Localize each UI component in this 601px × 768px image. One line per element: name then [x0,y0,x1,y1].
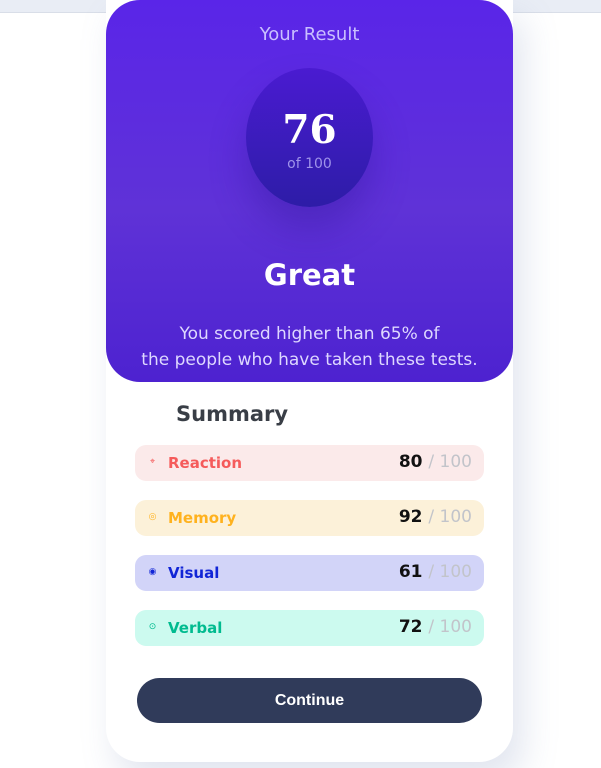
message-line-2: the people who have taken these tests. [141,350,478,370]
continue-button[interactable]: Continue [137,678,482,723]
summary-row-verbal: ⊙ Verbal 72 / 100 [135,610,484,646]
summary-score-max: / 100 [428,562,472,582]
summary-title: Summary [176,402,289,426]
summary-row-reaction: ⌖ Reaction 80 / 100 [135,445,484,481]
summary-row-score: 61 / 100 [399,562,472,582]
summary-row-score: 92 / 100 [399,507,472,527]
score-value: 76 [282,107,337,153]
brain-icon: ◎ [148,512,157,522]
message-line-1: You scored higher than 65% of [179,324,440,344]
summary-row-memory: ◎ Memory 92 / 100 [135,500,484,536]
summary-score-value: 80 [398,452,423,472]
score-circle: 76 of 100 [246,68,373,207]
rating-label: Great [263,258,356,292]
result-title: Your Result [259,24,360,45]
summary-row-score: 80 / 100 [399,452,472,472]
summary-score-value: 92 [398,507,423,527]
summary-score-value: 61 [398,562,423,582]
chat-icon: ⊙ [148,622,157,632]
summary-row-label: Memory [168,509,237,527]
eye-icon: ◉ [148,567,157,577]
summary-row-label: Visual [168,564,220,582]
result-panel: Your Result 76 of 100 Great You scored h… [106,0,513,382]
summary-score-max: / 100 [428,617,472,637]
summary-score-value: 72 [398,617,423,637]
summary-row-label: Reaction [168,454,243,472]
results-summary-card: Your Result 76 of 100 Great You scored h… [106,0,513,762]
summary-score-max: / 100 [428,452,472,472]
summary-row-score: 72 / 100 [399,617,472,637]
result-message: You scored higher than 65% of the people… [106,321,513,373]
score-max: of 100 [287,156,332,172]
summary-score-max: / 100 [428,507,472,527]
summary-row-visual: ◉ Visual 61 / 100 [135,555,484,591]
lightning-icon: ⌖ [149,457,156,467]
summary-row-label: Verbal [168,619,223,637]
